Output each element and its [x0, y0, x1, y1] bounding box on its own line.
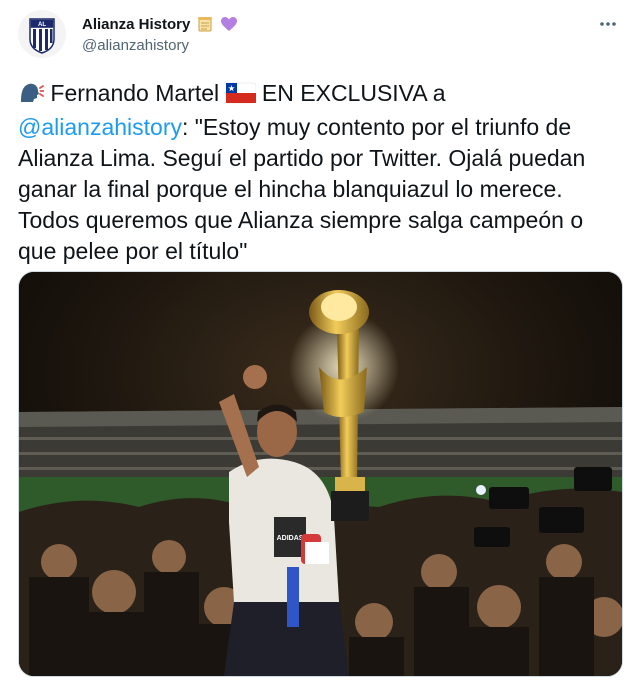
tweet-photo[interactable]: ADIDAS [18, 271, 623, 677]
author-name-row[interactable]: Alianza History [82, 15, 238, 33]
shirt-sponsor-text: ADIDAS [277, 535, 304, 542]
scroll-emoji-icon [198, 17, 213, 32]
mention-link[interactable]: @alianzahistory [18, 114, 182, 140]
speaking-head-icon [18, 80, 45, 112]
more-options-icon [600, 22, 616, 26]
purple-heart-icon [221, 17, 238, 31]
more-options-button[interactable] [596, 12, 620, 36]
svg-text:AL: AL [38, 22, 46, 28]
alianza-crest-icon: AL [18, 10, 66, 58]
author-handle[interactable]: @alianzahistory [82, 37, 189, 54]
tweet-text: Fernando Martel EN EXCLUSIVA a @alianzahi… [18, 78, 626, 267]
tweet-card: AL Alianza History @alianzahistory Ferna… [0, 0, 640, 682]
tweet-text-part1: Fernando Martel [44, 80, 226, 106]
avatar[interactable]: AL [18, 10, 66, 58]
tweet-text-part2: EN EXCLUSIVA a [255, 80, 446, 106]
chile-flag-icon [225, 81, 256, 112]
author-display-name[interactable]: Alianza History [82, 16, 190, 33]
trophy-celebration-photo: ADIDAS [19, 272, 622, 676]
